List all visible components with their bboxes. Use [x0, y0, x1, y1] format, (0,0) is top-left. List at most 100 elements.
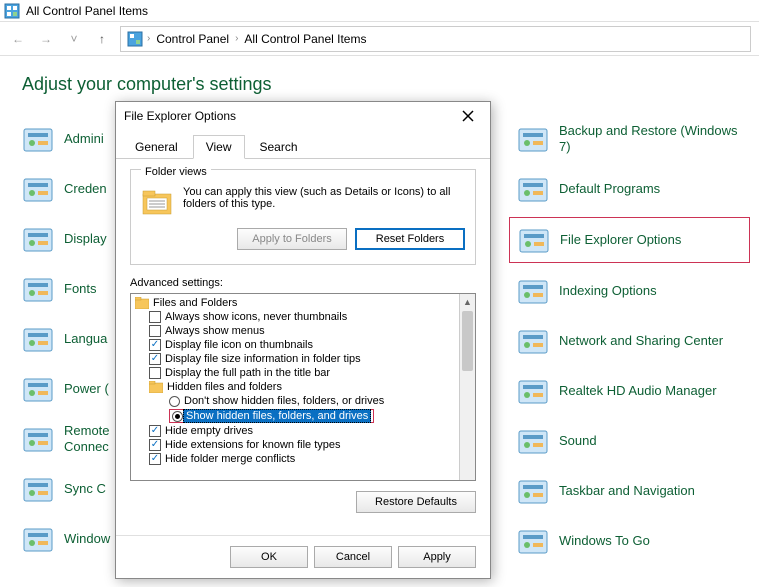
tab-general[interactable]: General [122, 135, 191, 159]
tree-item-label: Hide folder merge conflicts [165, 453, 295, 465]
dialog-titlebar: File Explorer Options [116, 102, 490, 130]
up-button[interactable]: ↑ [92, 29, 112, 49]
folder-views-legend: Folder views [141, 166, 211, 178]
tree-item[interactable]: Hidden files and folders [135, 380, 471, 394]
tree-item-label: Always show menus [165, 325, 265, 337]
checkbox[interactable] [149, 367, 161, 379]
tree-item-label: Display the full path in the title bar [165, 367, 330, 379]
cp-item-label: Default Programs [559, 181, 660, 197]
checkbox[interactable] [149, 453, 161, 465]
tree-item[interactable]: Hide folder merge conflicts [135, 452, 471, 466]
cp-item-icon [22, 423, 54, 455]
cp-item-label: RemoteConnec [64, 423, 110, 454]
tree-item[interactable]: Hide empty drives [135, 424, 471, 438]
cp-item-icon [517, 325, 549, 357]
breadcrumb-root[interactable]: Control Panel [154, 32, 231, 46]
dialog-tabs: General View Search [116, 134, 490, 159]
cp-item-label: Sound [559, 433, 597, 449]
checkbox[interactable] [149, 339, 161, 351]
cp-item[interactable]: Taskbar and Navigation [517, 475, 742, 507]
cp-item-label: Backup and Restore (Windows 7) [559, 123, 742, 154]
cp-item[interactable]: File Explorer Options [509, 217, 750, 263]
advanced-settings-tree[interactable]: Files and FoldersAlways show icons, neve… [130, 293, 476, 481]
address-bar[interactable]: › Control Panel › All Control Panel Item… [120, 26, 751, 52]
folder-views-text: You can apply this view (such as Details… [183, 186, 465, 218]
tree-item[interactable]: Display file icon on thumbnails [135, 338, 471, 352]
cp-item[interactable]: Default Programs [517, 173, 742, 205]
cp-item-label: Indexing Options [559, 283, 657, 299]
file-explorer-options-dialog: File Explorer Options General View Searc… [115, 101, 491, 579]
apply-to-folders-button[interactable]: Apply to Folders [237, 228, 347, 250]
tree-item-label: Hide extensions for known file types [165, 439, 340, 451]
cp-item-icon [517, 173, 549, 205]
folder-views-group: Folder views You can apply this view (su… [130, 169, 476, 265]
tree-item-label: Hide empty drives [165, 425, 253, 437]
checkbox[interactable] [149, 439, 161, 451]
checkbox[interactable] [149, 325, 161, 337]
cp-item-icon [22, 173, 54, 205]
restore-defaults-button[interactable]: Restore Defaults [356, 491, 476, 513]
tree-root[interactable]: Files and Folders [135, 296, 471, 310]
scroll-thumb[interactable] [462, 311, 473, 371]
back-button[interactable]: ← [8, 29, 28, 49]
control-panel-icon [4, 3, 20, 19]
history-dropdown[interactable]: ˅ [64, 29, 84, 49]
checkbox[interactable] [149, 353, 161, 365]
cp-item[interactable]: Windows To Go [517, 525, 742, 557]
chevron-icon: › [235, 33, 238, 44]
window-titlebar: All Control Panel Items [0, 0, 759, 22]
cp-item-label: Creden [64, 181, 107, 197]
tree-item[interactable]: Display the full path in the title bar [135, 366, 471, 380]
cp-item[interactable]: Realtek HD Audio Manager [517, 375, 742, 407]
forward-button[interactable]: → [36, 29, 56, 49]
cp-item-label: File Explorer Options [560, 232, 681, 248]
checkbox[interactable] [149, 425, 161, 437]
tree-item[interactable]: Don't show hidden files, folders, or dri… [135, 394, 471, 408]
checkbox[interactable] [149, 311, 161, 323]
nav-toolbar: ← → ˅ ↑ › Control Panel › All Control Pa… [0, 22, 759, 56]
cp-item[interactable]: Sound [517, 425, 742, 457]
tree-item-label: Don't show hidden files, folders, or dri… [184, 395, 384, 407]
folder-views-icon [141, 186, 173, 218]
tab-body-view: Folder views You can apply this view (su… [116, 159, 490, 535]
radio[interactable] [172, 411, 183, 422]
address-icon [127, 31, 143, 47]
tree-item-label: Always show icons, never thumbnails [165, 311, 347, 323]
cp-item-icon [517, 525, 549, 557]
cp-item[interactable]: Indexing Options [517, 275, 742, 307]
cancel-button[interactable]: Cancel [314, 546, 392, 568]
tree-item[interactable]: Always show icons, never thumbnails [135, 310, 471, 324]
ok-button[interactable]: OK [230, 546, 308, 568]
reset-folders-button[interactable]: Reset Folders [355, 228, 465, 250]
cp-item-icon [517, 475, 549, 507]
tree-item[interactable]: Display file size information in folder … [135, 352, 471, 366]
cp-item-icon [22, 473, 54, 505]
chevron-icon: › [147, 33, 150, 44]
cp-item-label: Langua [64, 331, 107, 347]
tree-item[interactable]: Hide extensions for known file types [135, 438, 471, 452]
cp-item[interactable]: Backup and Restore (Windows 7) [517, 123, 742, 155]
cp-item-icon [22, 273, 54, 305]
breadcrumb-leaf[interactable]: All Control Panel Items [242, 32, 368, 46]
cp-item-icon [22, 373, 54, 405]
cp-item-label: Windows To Go [559, 533, 650, 549]
dialog-buttons: OK Cancel Apply [116, 535, 490, 578]
cp-item-label: Display [64, 231, 107, 247]
cp-item-icon [517, 275, 549, 307]
tree-item[interactable]: Always show menus [135, 324, 471, 338]
tree-item-label: Display file size information in folder … [165, 353, 361, 365]
cp-item-label: Power ( [64, 381, 109, 397]
advanced-settings-label: Advanced settings: [130, 277, 476, 289]
cp-item-icon [517, 375, 549, 407]
cp-item-icon [518, 224, 550, 256]
scrollbar[interactable]: ▲ [459, 294, 475, 480]
tree-item[interactable]: Show hidden files, folders, and drives [135, 408, 471, 424]
radio[interactable] [169, 396, 180, 407]
tab-view[interactable]: View [193, 135, 245, 159]
cp-item-label: Network and Sharing Center [559, 333, 723, 349]
scroll-up-icon[interactable]: ▲ [460, 294, 475, 310]
apply-button[interactable]: Apply [398, 546, 476, 568]
cp-item[interactable]: Network and Sharing Center [517, 325, 742, 357]
tab-search[interactable]: Search [247, 135, 311, 159]
close-button[interactable] [454, 105, 482, 127]
